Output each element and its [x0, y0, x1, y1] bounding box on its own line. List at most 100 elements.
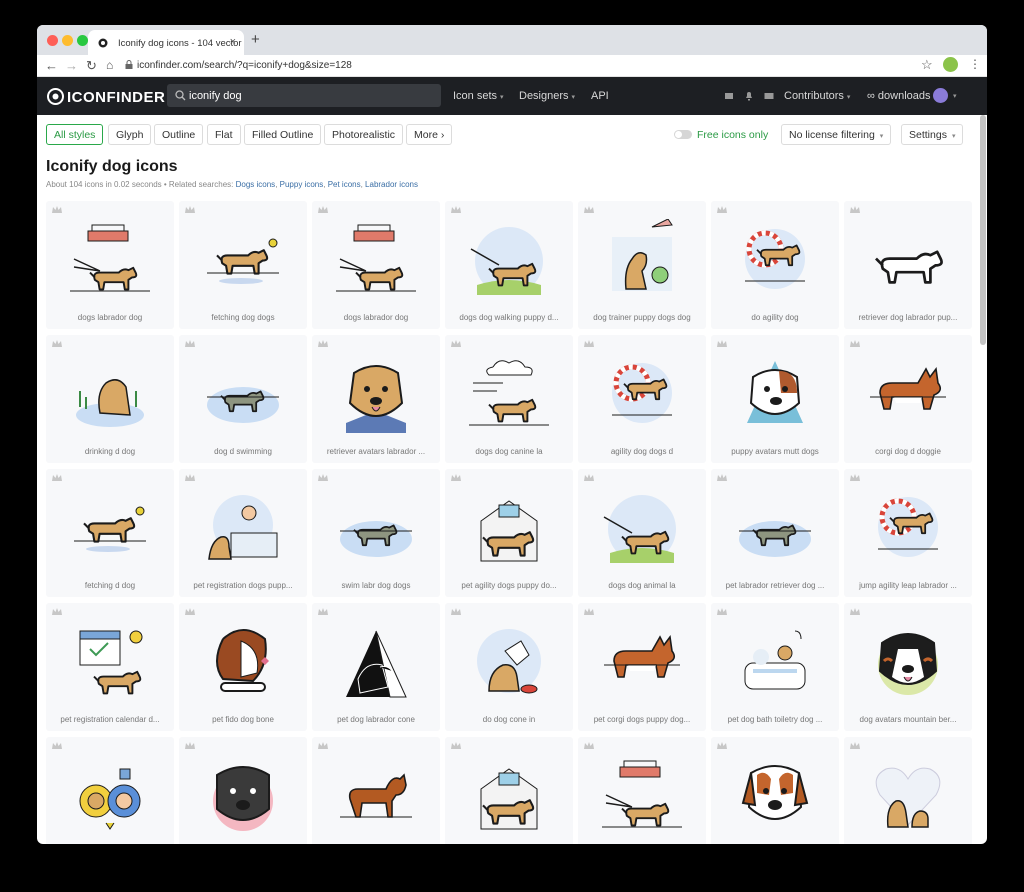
- minimize-window-button[interactable]: [62, 35, 73, 46]
- free-icons-toggle[interactable]: [674, 130, 692, 139]
- search-input[interactable]: [189, 87, 429, 104]
- crown-icon: [717, 340, 727, 347]
- crown-icon: [52, 742, 62, 749]
- icon-card[interactable]: agility dog dogs d: [578, 335, 706, 463]
- dog-icon: [612, 363, 672, 423]
- icon-card[interactable]: dog d swimming: [179, 335, 307, 463]
- icon-label: jump agility leap labrador ...: [859, 581, 957, 590]
- icon-card[interactable]: dogs dog walking puppy d...: [445, 201, 573, 329]
- zoom-window-button[interactable]: [77, 35, 88, 46]
- dog-icon: [870, 366, 946, 410]
- dog-icon: [878, 497, 938, 557]
- new-tab-button[interactable]: +: [251, 31, 260, 48]
- icon-card[interactable]: [46, 737, 174, 844]
- chevron-down-icon[interactable]: ▾: [953, 92, 957, 100]
- icon-label: dogs dog walking puppy d...: [459, 313, 559, 322]
- browser-tab[interactable]: Iconify dog icons - 104 vector ×: [88, 30, 244, 55]
- icon-card[interactable]: drinking d dog: [46, 335, 174, 463]
- icon-card[interactable]: dogs dog animal la: [578, 469, 706, 597]
- extension-icon[interactable]: [943, 57, 958, 72]
- home-icon[interactable]: ⌂: [106, 58, 113, 72]
- downloads-link[interactable]: ∞ downloads: [867, 90, 931, 102]
- crown-icon: [850, 608, 860, 615]
- icon-card[interactable]: jump agility leap labrador ...: [844, 469, 972, 597]
- dog-icon: [745, 229, 805, 289]
- cart-icon[interactable]: [724, 91, 734, 101]
- free-icons-label[interactable]: Free icons only: [697, 129, 768, 141]
- bell-icon[interactable]: [744, 91, 754, 101]
- filter-outline[interactable]: Outline: [154, 124, 204, 145]
- icon-card[interactable]: dog avatars mountain ber...: [844, 603, 972, 731]
- icon-card[interactable]: [578, 737, 706, 844]
- related-dogs-link[interactable]: Dogs icons: [236, 180, 276, 189]
- filter-more[interactable]: More ›: [406, 124, 453, 145]
- icon-card[interactable]: dogs dog canine la: [445, 335, 573, 463]
- icon-card[interactable]: puppy avatars mutt dogs: [711, 335, 839, 463]
- icon-card[interactable]: pet registration calendar d...: [46, 603, 174, 731]
- icon-card[interactable]: pet labrador retriever dog ...: [711, 469, 839, 597]
- icon-card[interactable]: pet agility dogs puppy do...: [445, 469, 573, 597]
- icon-card[interactable]: pet fido dog bone: [179, 603, 307, 731]
- icon-card[interactable]: [711, 737, 839, 844]
- nav-icon-sets-label: Icon sets: [453, 90, 498, 102]
- related-pet-link[interactable]: Pet icons: [328, 180, 361, 189]
- icon-card[interactable]: dog trainer puppy dogs dog: [578, 201, 706, 329]
- icon-card[interactable]: retriever dog labrador pup...: [844, 201, 972, 329]
- crown-icon: [451, 608, 461, 615]
- page-title: Iconify dog icons: [46, 158, 178, 175]
- icon-card[interactable]: do agility dog: [711, 201, 839, 329]
- icon-card[interactable]: [179, 737, 307, 844]
- icon-card[interactable]: do dog cone in: [445, 603, 573, 731]
- icon-label: puppy avatars mutt dogs: [731, 447, 819, 456]
- browser-menu-icon[interactable]: ⋮: [969, 57, 981, 71]
- url-field[interactable]: iconfinder.com/search/?q=iconify+dog&siz…: [137, 60, 352, 71]
- dog-icon: [603, 495, 676, 563]
- search-box[interactable]: [167, 84, 441, 107]
- icon-card[interactable]: [445, 737, 573, 844]
- icon-label: agility dog dogs d: [610, 447, 674, 456]
- icon-card[interactable]: [844, 737, 972, 844]
- filter-filled-outline[interactable]: Filled Outline: [244, 124, 322, 145]
- tab-close-icon[interactable]: ×: [230, 36, 236, 48]
- page-scrollbar[interactable]: [980, 115, 986, 345]
- related-labrador-link[interactable]: Labrador icons: [365, 180, 418, 189]
- iconfinder-logo[interactable]: ICONFINDER: [47, 88, 165, 106]
- nav-api[interactable]: API: [591, 90, 609, 102]
- crown-icon: [451, 206, 461, 213]
- nav-icon-sets[interactable]: Icon sets ▾: [453, 90, 504, 102]
- icon-card[interactable]: dogs labrador dog: [312, 201, 440, 329]
- bookmark-star-icon[interactable]: ☆: [921, 57, 933, 73]
- icon-card[interactable]: swim labr dog dogs: [312, 469, 440, 597]
- icon-card[interactable]: pet dog bath toiletry dog ...: [711, 603, 839, 731]
- icon-card[interactable]: pet corgi dogs puppy dog...: [578, 603, 706, 731]
- license-filter-dropdown[interactable]: No license filtering ▾: [781, 124, 892, 145]
- icon-label: pet corgi dogs puppy dog...: [593, 715, 691, 724]
- crown-icon: [584, 608, 594, 615]
- icon-card[interactable]: pet registration dogs pupp...: [179, 469, 307, 597]
- icon-card[interactable]: [312, 737, 440, 844]
- back-arrow-icon[interactable]: ←: [45, 58, 58, 73]
- user-avatar[interactable]: [933, 88, 948, 103]
- filter-flat[interactable]: Flat: [207, 124, 241, 145]
- nav-designers[interactable]: Designers ▾: [519, 90, 575, 102]
- icon-card[interactable]: fetching dog dogs: [179, 201, 307, 329]
- reload-icon[interactable]: ↻: [86, 58, 97, 74]
- icon-card[interactable]: dogs labrador dog: [46, 201, 174, 329]
- related-puppy-link[interactable]: Puppy icons: [280, 180, 324, 189]
- crown-icon: [318, 742, 328, 749]
- icon-card[interactable]: corgi dog d doggie: [844, 335, 972, 463]
- nav-contributors[interactable]: Contributors ▾: [784, 90, 850, 102]
- close-window-button[interactable]: [47, 35, 58, 46]
- settings-dropdown[interactable]: Settings ▾: [901, 124, 964, 145]
- icon-card[interactable]: fetching d dog: [46, 469, 174, 597]
- filter-glyph[interactable]: Glyph: [108, 124, 152, 145]
- dog-icon: [480, 500, 538, 562]
- filter-photorealistic[interactable]: Photorealistic: [324, 124, 404, 145]
- filter-all-styles[interactable]: All styles: [46, 124, 104, 145]
- forward-arrow-icon[interactable]: →: [65, 58, 78, 73]
- icon-card[interactable]: pet dog labrador cone: [312, 603, 440, 731]
- icon-card[interactable]: retriever avatars labrador ...: [312, 335, 440, 463]
- dog-icon: [216, 629, 269, 692]
- crown-icon: [717, 206, 727, 213]
- mail-icon[interactable]: [764, 91, 774, 101]
